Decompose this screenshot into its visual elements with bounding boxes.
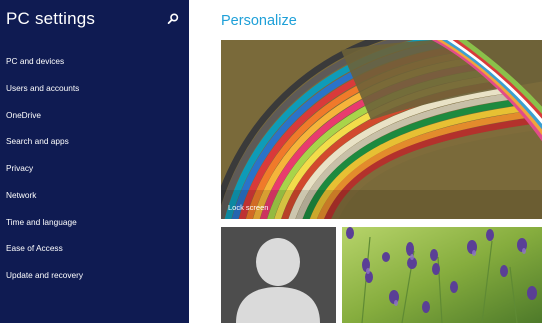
search-button[interactable] <box>166 12 180 26</box>
sidebar-title: PC settings <box>6 9 96 28</box>
sidebar-item-pc-and-devices[interactable]: PC and devices <box>0 48 189 75</box>
page-title: Personalize <box>221 13 297 29</box>
sidebar-item-search-and-apps[interactable]: Search and apps <box>0 128 189 155</box>
sidebar-item-time-and-language[interactable]: Time and language <box>0 209 189 236</box>
sidebar-item-onedrive[interactable]: OneDrive <box>0 102 189 129</box>
sidebar-item-ease-of-access[interactable]: Ease of Access <box>0 235 189 262</box>
start-background-tile[interactable] <box>342 227 542 323</box>
sidebar-item-users-and-accounts[interactable]: Users and accounts <box>0 75 189 102</box>
lavender-photo <box>342 227 542 323</box>
sidebar: PC settings PC and devices Users and acc… <box>0 0 189 323</box>
sidebar-item-update-and-recovery[interactable]: Update and recovery <box>0 262 189 289</box>
sidebar-nav: PC and devices Users and accounts OneDri… <box>0 48 189 289</box>
person-silhouette-icon <box>236 238 320 323</box>
sidebar-item-privacy[interactable]: Privacy <box>0 155 189 182</box>
search-icon <box>167 13 179 25</box>
sidebar-item-network[interactable]: Network <box>0 182 189 209</box>
lock-screen-image <box>221 40 542 219</box>
lock-screen-label: Lock screen <box>228 203 269 212</box>
main-content: Personalize Lock screen <box>189 0 549 323</box>
account-picture-tile[interactable] <box>221 227 336 323</box>
lock-screen-tile[interactable]: Lock screen <box>221 40 542 219</box>
